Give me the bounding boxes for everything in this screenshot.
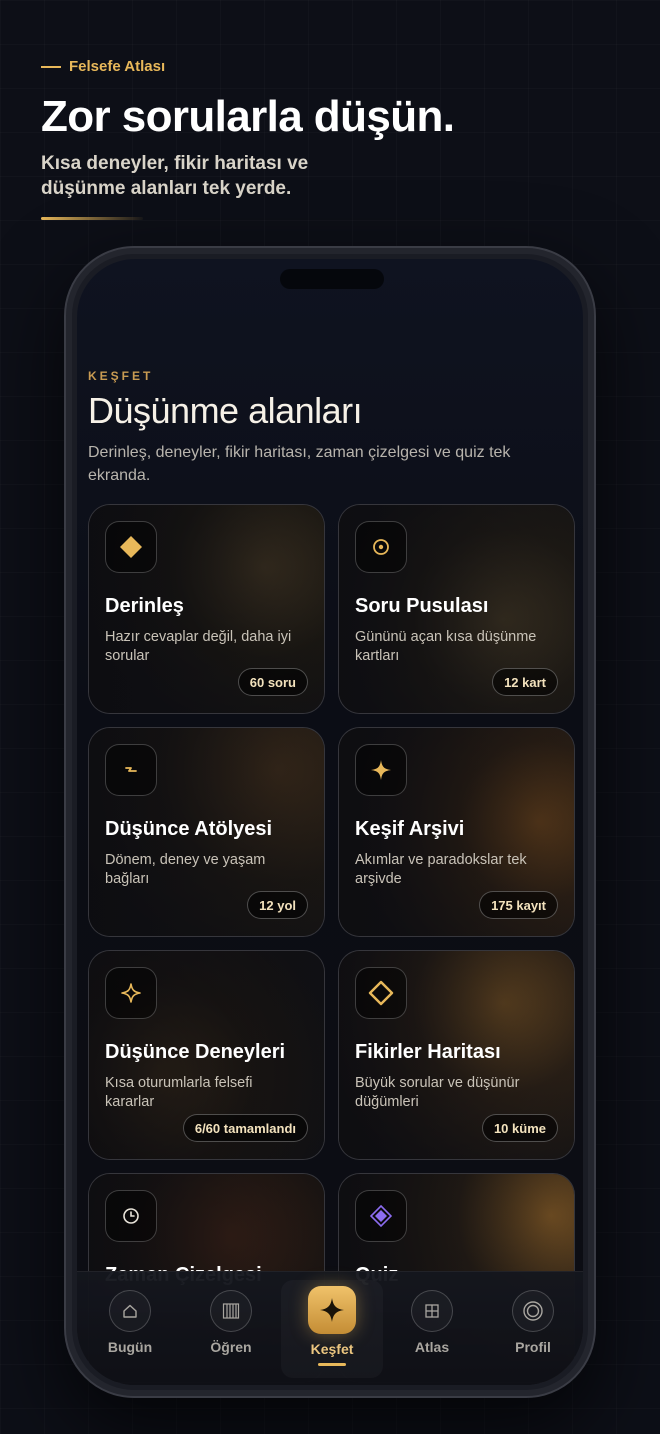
card-title: Derinleş xyxy=(105,595,184,617)
section-kicker: KEŞFET xyxy=(88,369,154,383)
tab-profil[interactable]: Profil xyxy=(493,1290,573,1355)
sparkle-filled-icon xyxy=(355,744,407,796)
phone-frame: KEŞFET Düşünme alanları Derinleş, deneyl… xyxy=(64,246,596,1398)
phone-screen: KEŞFET Düşünme alanları Derinleş, deneyl… xyxy=(77,259,583,1385)
sparkle-icon xyxy=(308,1286,356,1334)
compass-icon xyxy=(355,521,407,573)
eyebrow-dash xyxy=(41,65,61,68)
hero-subtitle: Kısa deneyler, fikir haritası ve düşünme… xyxy=(41,153,309,199)
card-badge: 12 kart xyxy=(492,668,558,696)
hero-headline: Zor sorularla düşün. xyxy=(41,92,455,141)
bottom-tab-bar: Bugün Öğren Keşfet Atlas Profil xyxy=(77,1271,583,1385)
tab-label: Bugün xyxy=(107,1339,153,1355)
card-badge: 12 yol xyxy=(247,891,308,919)
hero-section: Felsefe Atlası Zor sorularla düşün. Kısa… xyxy=(41,58,601,220)
card-dusunce-deneyleri[interactable]: Düşünce Deneyleri Kısa oturumlarla felse… xyxy=(88,950,325,1160)
clock-icon xyxy=(105,1190,157,1242)
card-description: Akımlar ve paradokslar tek arşivde xyxy=(355,852,527,887)
card-badge: 10 küme xyxy=(481,1114,558,1142)
card-grid: Derinleş Hazır cevaplar değil, daha iyi … xyxy=(88,504,576,1383)
card-title: Soru Pusulası xyxy=(355,595,489,617)
card-title: Düşünce Atölyesi xyxy=(105,818,273,840)
diamond-filled-icon xyxy=(105,521,157,573)
tab-ogren[interactable]: Öğren xyxy=(191,1290,271,1355)
card-derinles[interactable]: Derinleş Hazır cevaplar değil, daha iyi … xyxy=(88,504,325,714)
gem-icon xyxy=(355,1190,407,1242)
card-kesif-arsivi[interactable]: Keşif Arşivi Akımlar ve paradokslar tek … xyxy=(338,727,575,937)
card-badge: 60 soru xyxy=(237,668,308,696)
card-title: Fikirler Haritası xyxy=(355,1041,501,1063)
tab-label: Profil xyxy=(515,1339,551,1355)
card-description: Büyük sorular ve düşünür düğümleri xyxy=(355,1075,520,1110)
card-description: Gününü açan kısa düşünme kartları xyxy=(355,629,537,664)
bolt-icon xyxy=(105,744,157,796)
sparkle-outline-icon xyxy=(105,967,157,1019)
tab-kesfet[interactable]: Keşfet xyxy=(281,1280,383,1378)
card-badge: 6/60 tamamlandı xyxy=(182,1114,308,1142)
card-description: Hazır cevaplar değil, daha iyi sorular xyxy=(105,629,292,664)
card-description: Kısa oturumlarla felsefi kararlar xyxy=(105,1075,253,1110)
tab-label: Atlas xyxy=(414,1339,450,1355)
card-fikirler-haritasi[interactable]: Fikirler Haritası Büyük sorular ve düşün… xyxy=(338,950,575,1160)
tab-bugun[interactable]: Bugün xyxy=(90,1290,170,1355)
card-soru-pusulasi[interactable]: Soru Pusulası Gününü açan kısa düşünme k… xyxy=(338,504,575,714)
card-dusunce-atolyesi[interactable]: Düşünce Atölyesi Dönem, deney ve yaşam b… xyxy=(88,727,325,937)
discover-header: KEŞFET Düşünme alanları Derinleş, deneyl… xyxy=(88,369,576,487)
dynamic-island xyxy=(280,269,384,289)
card-badge: 175 kayıt xyxy=(479,891,558,919)
hero-underline xyxy=(41,217,143,220)
grid-icon xyxy=(411,1290,453,1332)
tab-atlas[interactable]: Atlas xyxy=(392,1290,472,1355)
profile-icon xyxy=(512,1290,554,1332)
tab-label: Öğren xyxy=(210,1339,252,1355)
tab-label: Keşfet xyxy=(310,1341,354,1357)
library-icon xyxy=(210,1290,252,1332)
hero-eyebrow: Felsefe Atlası xyxy=(41,58,601,75)
diamond-outline-icon xyxy=(355,967,407,1019)
card-title: Keşif Arşivi xyxy=(355,818,465,840)
active-tab-indicator xyxy=(318,1363,346,1366)
page-description: Derinleş, deneyler, fikir haritası, zama… xyxy=(88,444,511,484)
eyebrow-label: Felsefe Atlası xyxy=(69,58,166,75)
home-icon xyxy=(109,1290,151,1332)
card-description: Dönem, deney ve yaşam bağları xyxy=(105,852,266,887)
page-title: Düşünme alanları xyxy=(88,390,363,431)
card-title: Düşünce Deneyleri xyxy=(105,1041,286,1063)
